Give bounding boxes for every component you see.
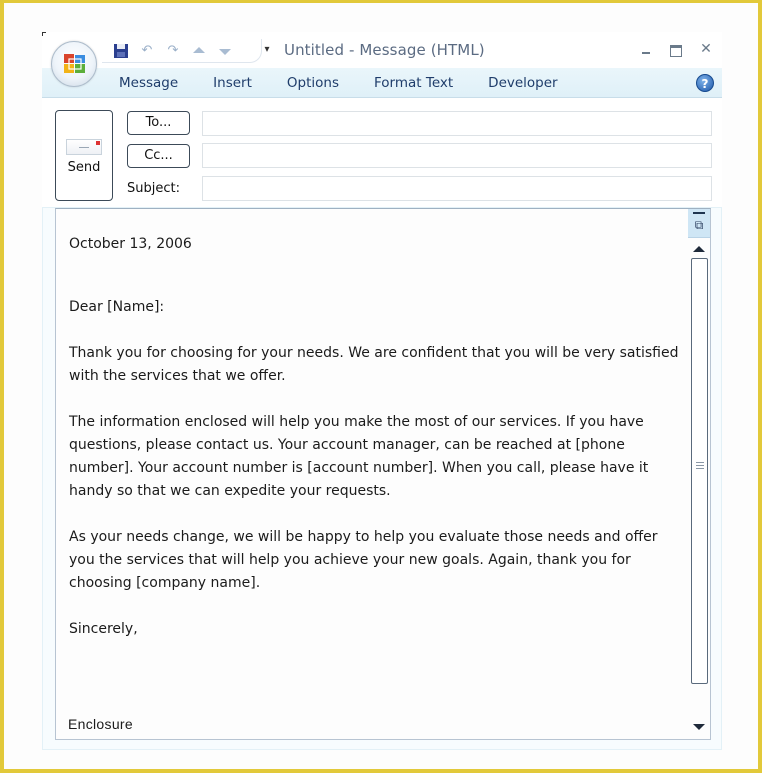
send-button[interactable]: Send — [55, 110, 113, 201]
tab-options[interactable]: Options — [287, 75, 339, 91]
letter-date: October 13, 2006 — [69, 236, 192, 252]
letter-paragraph: As your needs change, we will be happy t… — [69, 529, 658, 591]
office-logo-icon — [64, 54, 85, 73]
message-header: Send To... Cc... Subject: — [42, 99, 722, 207]
scrollbar-thumb[interactable] — [691, 258, 708, 684]
ruler-icon: ⧉ — [694, 218, 704, 232]
envelope-icon — [66, 139, 102, 155]
letter-closing: Sincerely, — [69, 621, 138, 637]
help-icon[interactable]: ? — [696, 74, 714, 92]
grip-icon — [696, 462, 704, 470]
cc-field[interactable] — [202, 143, 712, 168]
next-item-icon[interactable] — [214, 41, 236, 61]
tab-format-text[interactable]: Format Text — [374, 75, 453, 91]
message-body-editor[interactable]: October 13, 2006 Dear [Name]: Thank you … — [55, 208, 711, 740]
scroll-down-arrow-icon[interactable] — [693, 724, 705, 730]
scroll-up-arrow-icon[interactable] — [693, 246, 705, 252]
previous-item-icon[interactable] — [188, 41, 210, 61]
tab-insert[interactable]: Insert — [213, 75, 252, 91]
vertical-scrollbar[interactable]: ⧉ — [688, 209, 710, 739]
to-field[interactable] — [202, 111, 712, 136]
send-label: Send — [67, 160, 101, 175]
letter-paragraph: Thank you for choosing for your needs. W… — [69, 345, 679, 384]
tab-developer[interactable]: Developer — [488, 75, 557, 91]
close-button[interactable]: ✕ — [698, 40, 714, 58]
minimize-button[interactable] — [638, 40, 654, 58]
title-bar: ↶ ↷ ▾ Untitled - Message (HTML) ✕ — [42, 32, 722, 87]
letter-content: October 13, 2006 Dear [Name]: Thank you … — [69, 233, 679, 664]
tab-message[interactable]: Message — [119, 75, 178, 91]
letter-greeting: Dear [Name]: — [69, 299, 165, 315]
window-title: Untitled - Message (HTML) — [284, 41, 485, 59]
maximize-button[interactable] — [668, 40, 684, 58]
quick-access-toolbar: ↶ ↷ — [102, 39, 262, 63]
redo-icon[interactable]: ↷ — [162, 41, 184, 61]
office-button[interactable] — [51, 41, 97, 87]
save-icon[interactable] — [110, 41, 132, 61]
view-ruler-button[interactable]: ⧉ — [688, 209, 710, 238]
subject-field[interactable] — [202, 176, 712, 201]
window-controls: ✕ — [638, 40, 714, 58]
cc-button[interactable]: Cc... — [127, 144, 190, 168]
message-body-container: October 13, 2006 Dear [Name]: Thank you … — [42, 207, 722, 750]
letter-enclosure: Enclosure — [68, 716, 133, 732]
undo-icon[interactable]: ↶ — [136, 41, 158, 61]
ribbon-tabs: Message Insert Options Format Text Devel… — [119, 75, 593, 91]
ribbon-tab-bar: Message Insert Options Format Text Devel… — [42, 68, 722, 98]
customize-toolbar-dropdown[interactable]: ▾ — [261, 42, 273, 58]
letter-paragraph: The information enclosed will help you m… — [69, 414, 649, 499]
subject-label: Subject: — [127, 181, 180, 196]
message-window: ↶ ↷ ▾ Untitled - Message (HTML) ✕ Messag… — [42, 32, 722, 750]
to-button[interactable]: To... — [127, 111, 190, 135]
